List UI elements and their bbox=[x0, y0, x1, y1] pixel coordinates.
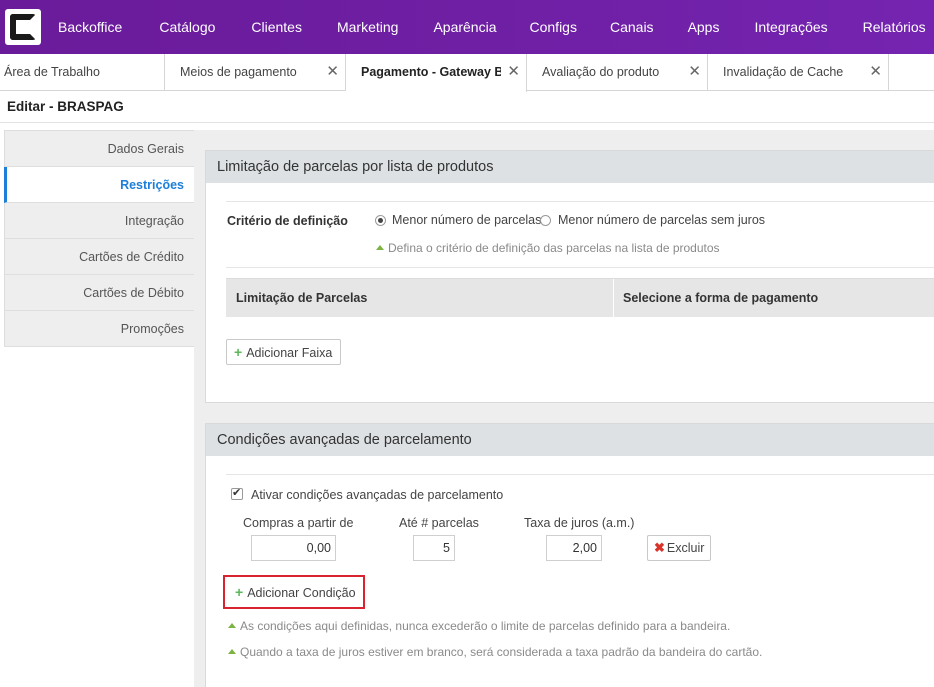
tab-meios-de-pagamento[interactable]: Meios de pagamento ✕ bbox=[165, 54, 346, 91]
adicionar-faixa-button[interactable]: + Adicionar Faixa bbox=[226, 339, 342, 365]
close-icon[interactable]: ✕ bbox=[507, 54, 520, 89]
close-icon[interactable]: ✕ bbox=[688, 54, 701, 89]
hint-text: Defina o critério de definição das parce… bbox=[388, 241, 720, 255]
tab-label: Pagamento - Gateway Br bbox=[361, 65, 501, 79]
c-logo-icon[interactable] bbox=[5, 9, 41, 45]
triangle-up-icon bbox=[228, 623, 236, 628]
condicoes-hint-2: Quando a taxa de juros estiver em branco… bbox=[228, 645, 762, 659]
tab-avaliacao-do-produto[interactable]: Avaliação do produto ✕ bbox=[527, 54, 708, 91]
ativar-condicoes-checkbox[interactable] bbox=[231, 486, 243, 500]
page-title: Editar - BRASPAG bbox=[7, 99, 124, 114]
sidebar-item-integracao[interactable]: Integração bbox=[4, 203, 194, 239]
tab-invalidacao-de-cache[interactable]: Invalidação de Cache ✕ bbox=[708, 54, 889, 91]
panel-condicoes-avancadas: Condições avançadas de parcelamento Ativ… bbox=[205, 423, 934, 687]
divider bbox=[226, 267, 934, 268]
column-label-parcelas: Até # parcelas bbox=[399, 516, 479, 530]
radio-label: Menor número de parcelas bbox=[392, 213, 542, 227]
sidebar-item-dados-gerais[interactable]: Dados Gerais bbox=[4, 131, 194, 167]
triangle-up-icon bbox=[376, 245, 384, 250]
nav-backoffice[interactable]: Backoffice bbox=[58, 0, 122, 54]
nav-relatorios[interactable]: Relatórios bbox=[863, 0, 926, 54]
close-icon[interactable]: ✕ bbox=[326, 54, 339, 89]
button-label: Adicionar Condição bbox=[247, 586, 356, 600]
hint-text: Quando a taxa de juros estiver em branco… bbox=[240, 645, 763, 659]
checkbox-label: Ativar condições avançadas de parcelamen… bbox=[251, 488, 504, 502]
sidebar: Dados Gerais Restrições Integração Cartõ… bbox=[4, 130, 194, 347]
main-menu: Backoffice Catálogo Clientes Marketing A… bbox=[58, 0, 926, 54]
sidebar-item-cartoes-de-credito[interactable]: Cartões de Crédito bbox=[4, 239, 194, 275]
tab-label: Meios de pagamento bbox=[180, 65, 297, 79]
excluir-button[interactable]: ✖ Excluir bbox=[647, 535, 712, 561]
adicionar-condicao-button[interactable]: + Adicionar Condição bbox=[228, 580, 364, 606]
nav-integracoes[interactable]: Integrações bbox=[754, 0, 827, 54]
delete-x-icon: ✖ bbox=[654, 540, 665, 555]
close-icon[interactable]: ✕ bbox=[869, 54, 882, 89]
criterio-hint: Defina o critério de definição das parce… bbox=[376, 241, 720, 255]
plus-icon: + bbox=[234, 344, 243, 360]
divider bbox=[226, 201, 934, 202]
hint-text: As condições aqui definidas, nunca exced… bbox=[240, 619, 731, 633]
panel-title: Condições avançadas de parcelamento bbox=[206, 424, 934, 456]
tab-label: Área de Trabalho bbox=[4, 65, 100, 79]
nav-marketing[interactable]: Marketing bbox=[337, 0, 398, 54]
triangle-up-icon bbox=[228, 649, 236, 654]
sidebar-item-cartoes-de-debito[interactable]: Cartões de Débito bbox=[4, 275, 194, 311]
nav-apps[interactable]: Apps bbox=[688, 0, 720, 54]
parcelas-table-header: Limitação de Parcelas Selecione a forma … bbox=[226, 278, 934, 318]
column-label-compras: Compras a partir de bbox=[243, 516, 354, 530]
column-header: Selecione a forma de pagamento bbox=[623, 291, 819, 305]
button-label: Excluir bbox=[666, 541, 705, 555]
plus-icon: + bbox=[235, 584, 244, 600]
open-tabs-bar: Área de Trabalho Meios de pagamento ✕ Pa… bbox=[0, 54, 934, 92]
panel-limitacao-parcelas: Limitação de parcelas por lista de produ… bbox=[205, 150, 934, 403]
compras-input[interactable]: 0,00 bbox=[251, 535, 336, 561]
tab-label: Invalidação de Cache bbox=[723, 65, 844, 79]
radio-menor-numero-sem-juros[interactable] bbox=[540, 215, 551, 226]
column-divider bbox=[613, 279, 614, 318]
divider bbox=[226, 474, 934, 475]
button-label: Adicionar Faixa bbox=[246, 346, 333, 360]
radio-menor-numero[interactable] bbox=[375, 215, 386, 226]
tab-pagamento-gateway[interactable]: Pagamento - Gateway Br ✕ bbox=[346, 54, 527, 92]
parcelas-input[interactable]: 5 bbox=[413, 535, 455, 561]
condicoes-hint-1: As condições aqui definidas, nunca exced… bbox=[228, 619, 730, 633]
nav-catalogo[interactable]: Catálogo bbox=[159, 0, 215, 54]
criterio-label: Critério de definição bbox=[227, 214, 348, 228]
column-header: Limitação de Parcelas bbox=[236, 291, 368, 305]
nav-aparencia[interactable]: Aparência bbox=[433, 0, 496, 54]
nav-configs[interactable]: Configs bbox=[530, 0, 577, 54]
column-label-taxa: Taxa de juros (a.m.) bbox=[524, 516, 635, 530]
taxa-input[interactable]: 2,00 bbox=[546, 535, 602, 561]
top-navbar: Backoffice Catálogo Clientes Marketing A… bbox=[0, 0, 934, 54]
tab-area-de-trabalho[interactable]: Área de Trabalho bbox=[0, 54, 165, 91]
nav-canais[interactable]: Canais bbox=[610, 0, 654, 54]
title-divider bbox=[0, 122, 934, 123]
radio-label: Menor número de parcelas sem juros bbox=[558, 213, 766, 227]
sidebar-item-promocoes[interactable]: Promoções bbox=[4, 311, 194, 347]
sidebar-item-restricoes[interactable]: Restrições bbox=[4, 167, 194, 203]
nav-clientes[interactable]: Clientes bbox=[251, 0, 302, 54]
tab-label: Avaliação do produto bbox=[542, 65, 660, 79]
panel-title: Limitação de parcelas por lista de produ… bbox=[206, 151, 934, 183]
